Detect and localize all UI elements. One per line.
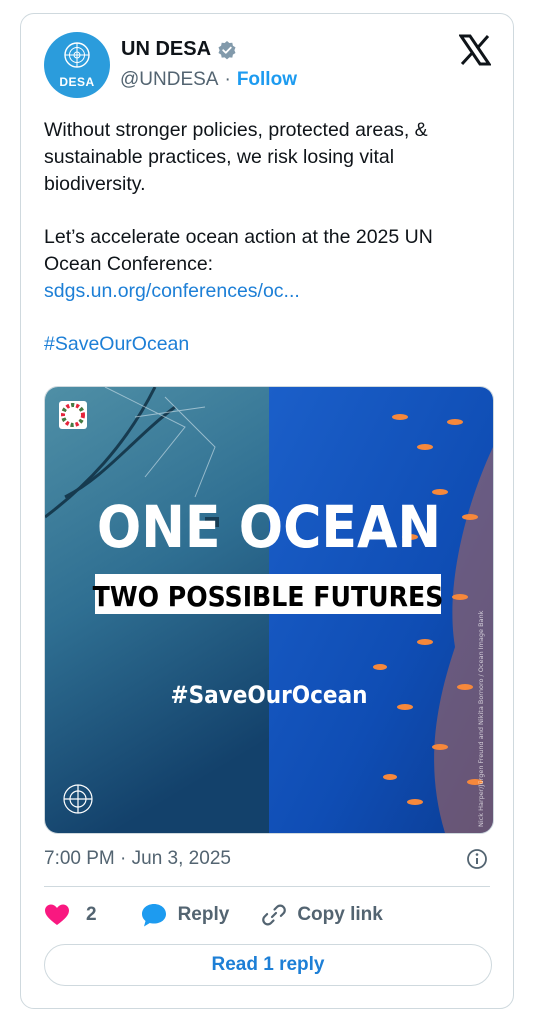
handle-separator: · [224, 69, 231, 90]
tweet-card: DESA UN DESA @UNDESA · Follow Without st… [20, 13, 514, 1009]
like-button[interactable] [44, 903, 70, 927]
read-replies-button[interactable]: Read 1 reply [44, 944, 492, 986]
tweet-link[interactable]: sdgs.un.org/conferences/oc... [44, 278, 484, 305]
reply-bubble-icon [141, 904, 166, 927]
sdg-wheel-icon [59, 401, 87, 429]
copy-link-label: Copy link [297, 904, 383, 925]
heart-icon [45, 904, 69, 925]
author-name-row: UN DESA [121, 38, 237, 61]
divider [44, 886, 490, 887]
un-logo-icon [63, 784, 93, 814]
handle-row: @UNDESA · Follow [120, 69, 297, 91]
un-emblem-icon [64, 42, 90, 68]
tweet-hashtag[interactable]: #SaveOurOcean [44, 331, 484, 358]
tweet-paragraph-2: Let’s accelerate ocean action at the 202… [44, 226, 433, 275]
tweet-image[interactable]: ONE OCEAN TWO POSSIBLE FUTURES #SaveOurO… [44, 386, 494, 834]
author-handle[interactable]: @UNDESA [120, 69, 218, 91]
copy-link-button[interactable]: Copy link [261, 902, 383, 928]
avatar[interactable]: DESA [44, 32, 110, 98]
x-logo-icon[interactable] [459, 34, 491, 66]
poster-hashtag: #SaveOurOcean [170, 681, 367, 709]
follow-button[interactable]: Follow [237, 69, 297, 91]
tweet-text: Without stronger policies, protected are… [44, 117, 484, 358]
photo-credit: Nick Harper/Jürgen Freund and Nikita Bor… [477, 610, 485, 827]
avatar-label: DESA [59, 75, 95, 89]
link-icon [262, 904, 287, 926]
verified-badge-icon [218, 40, 236, 59]
ocean-poster-image: ONE OCEAN TWO POSSIBLE FUTURES #SaveOurO… [45, 387, 493, 833]
info-icon[interactable] [466, 848, 488, 870]
tweet-paragraph-1: Without stronger policies, protected are… [44, 119, 428, 195]
reply-button[interactable]: Reply [140, 902, 230, 928]
poster-subheadline: TWO POSSIBLE FUTURES [93, 580, 444, 613]
reply-label: Reply [177, 904, 230, 925]
author-name[interactable]: UN DESA [121, 38, 211, 61]
timestamp[interactable]: 7:00 PM · Jun 3, 2025 [44, 848, 231, 870]
like-count: 2 [86, 904, 97, 925]
poster-headline: ONE OCEAN [97, 493, 441, 561]
action-bar: 2 Reply Copy link [44, 902, 383, 928]
read-replies-label: Read 1 reply [211, 954, 325, 975]
